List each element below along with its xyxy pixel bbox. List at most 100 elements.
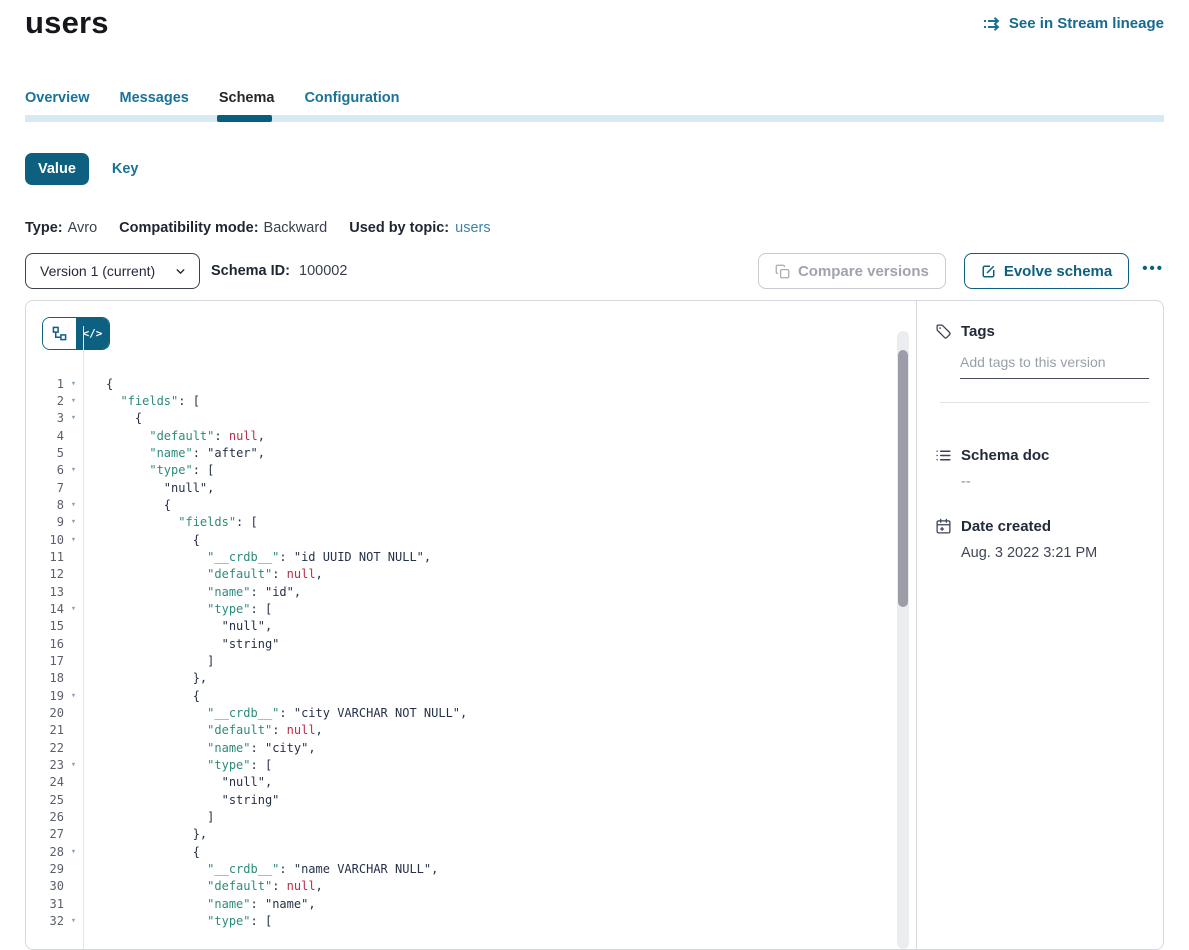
code-line: 10▾ {	[26, 531, 916, 548]
code-line: 20 "__crdb__": "city VARCHAR NOT NULL",	[26, 704, 916, 721]
line-number: 11	[26, 550, 64, 564]
code-text: "string"	[83, 793, 279, 807]
collapse-toggle-icon[interactable]: ▾	[64, 604, 83, 614]
code-line: 19▾ {	[26, 687, 916, 704]
date-created-section-header: Date created	[935, 518, 1149, 535]
collapse-toggle-icon[interactable]: ▾	[64, 379, 83, 389]
code-text: "type": [	[83, 602, 272, 616]
code-text: },	[83, 827, 207, 841]
code-line: 21 "default": null,	[26, 722, 916, 739]
type-label: Type:	[25, 220, 63, 236]
line-number: 13	[26, 585, 64, 599]
line-number: 16	[26, 637, 64, 651]
schema-id-label: Schema ID:	[211, 263, 290, 279]
tab-active-indicator	[217, 115, 272, 122]
code-text: "default": null,	[83, 879, 323, 893]
evolve-schema-label: Evolve schema	[1004, 263, 1112, 280]
collapse-toggle-icon[interactable]: ▾	[64, 916, 83, 926]
more-actions-button[interactable]: •••	[1142, 261, 1164, 282]
tab-overview[interactable]: Overview	[25, 90, 90, 106]
code-text: "__crdb__": "id UUID NOT NULL",	[83, 550, 431, 564]
line-number: 20	[26, 706, 64, 720]
collapse-toggle-icon[interactable]: ▾	[64, 413, 83, 423]
value-tab-button[interactable]: Value	[25, 153, 89, 185]
collapse-toggle-icon[interactable]: ▾	[64, 535, 83, 545]
add-tags-input[interactable]	[960, 354, 1149, 379]
line-number: 28	[26, 845, 64, 859]
tab-messages[interactable]: Messages	[120, 90, 189, 106]
code-text: "null",	[83, 481, 214, 495]
code-text: "name": "id",	[83, 585, 301, 599]
edit-icon	[981, 264, 996, 279]
line-number: 25	[26, 793, 64, 807]
compatibility-value: Backward	[264, 220, 328, 236]
line-number: 12	[26, 567, 64, 581]
page-title: users	[25, 5, 109, 41]
code-text: "fields": [	[83, 394, 200, 408]
line-number: 5	[26, 446, 64, 460]
collapse-toggle-icon[interactable]: ▾	[64, 465, 83, 475]
code-editor[interactable]: 1▾{2▾ "fields": [3▾ {4 "default": null,5…	[26, 375, 916, 930]
code-text: {	[83, 498, 171, 512]
compare-versions-button[interactable]: Compare versions	[758, 253, 946, 289]
date-created-title: Date created	[961, 518, 1051, 535]
line-number: 8	[26, 498, 64, 512]
version-select[interactable]: Version 1 (current)	[25, 253, 200, 289]
code-text: {	[83, 533, 200, 547]
line-number: 2	[26, 394, 64, 408]
schema-doc-title: Schema doc	[961, 447, 1049, 464]
collapse-toggle-icon[interactable]: ▾	[64, 760, 83, 770]
line-number: 18	[26, 671, 64, 685]
topic-link[interactable]: users	[455, 220, 490, 236]
line-number: 10	[26, 533, 64, 547]
version-select-value: Version 1 (current)	[40, 263, 174, 279]
code-line: 7 "null",	[26, 479, 916, 496]
key-tab-link[interactable]: Key	[112, 161, 139, 177]
code-view-button[interactable]: </>	[76, 318, 109, 349]
collapse-toggle-icon[interactable]: ▾	[64, 396, 83, 406]
code-line: 18 },	[26, 670, 916, 687]
line-number: 3	[26, 411, 64, 425]
code-text: {	[83, 689, 200, 703]
evolve-schema-button[interactable]: Evolve schema	[964, 253, 1129, 289]
line-number: 23	[26, 758, 64, 772]
code-text: "type": [	[83, 463, 214, 477]
code-view-icon: </>	[83, 327, 103, 340]
schema-doc-section-header: Schema doc	[935, 447, 1149, 464]
stream-lineage-link[interactable]: See in Stream lineage	[983, 15, 1164, 32]
tree-view-button[interactable]	[43, 318, 76, 349]
line-number: 21	[26, 723, 64, 737]
line-number: 19	[26, 689, 64, 703]
code-text: "__crdb__": "name VARCHAR NULL",	[83, 862, 438, 876]
scrollbar-thumb[interactable]	[898, 350, 908, 607]
line-number: 22	[26, 741, 64, 755]
line-number: 15	[26, 619, 64, 633]
line-number: 17	[26, 654, 64, 668]
tab-schema[interactable]: Schema	[219, 90, 275, 106]
code-text: "string"	[83, 637, 279, 651]
code-text: "fields": [	[83, 515, 258, 529]
code-line: 4 "default": null,	[26, 427, 916, 444]
code-text: "default": null,	[83, 723, 323, 737]
tab-configuration[interactable]: Configuration	[304, 90, 399, 106]
code-text: "name": "after",	[83, 446, 265, 460]
calendar-plus-icon	[935, 518, 952, 535]
line-number: 30	[26, 879, 64, 893]
line-number: 26	[26, 810, 64, 824]
collapse-toggle-icon[interactable]: ▾	[64, 500, 83, 510]
code-line: 14▾ "type": [	[26, 600, 916, 617]
schema-code-panel: </> 1▾{2▾ "fields": [3▾ {4 "default": nu…	[26, 301, 916, 949]
chevron-down-icon	[174, 265, 187, 278]
collapse-toggle-icon[interactable]: ▾	[64, 517, 83, 527]
collapse-toggle-icon[interactable]: ▾	[64, 691, 83, 701]
code-line: 23▾ "type": [	[26, 756, 916, 773]
code-text: "name": "city",	[83, 741, 316, 755]
collapse-toggle-icon[interactable]: ▾	[64, 847, 83, 857]
type-value: Avro	[68, 220, 98, 236]
code-line: 26 ]	[26, 808, 916, 825]
line-number: 29	[26, 862, 64, 876]
code-line: 6▾ "type": [	[26, 462, 916, 479]
version-bar: Version 1 (current) Schema ID: 100002 Co…	[25, 253, 1164, 289]
code-line: 22 "name": "city",	[26, 739, 916, 756]
code-line: 12 "default": null,	[26, 566, 916, 583]
